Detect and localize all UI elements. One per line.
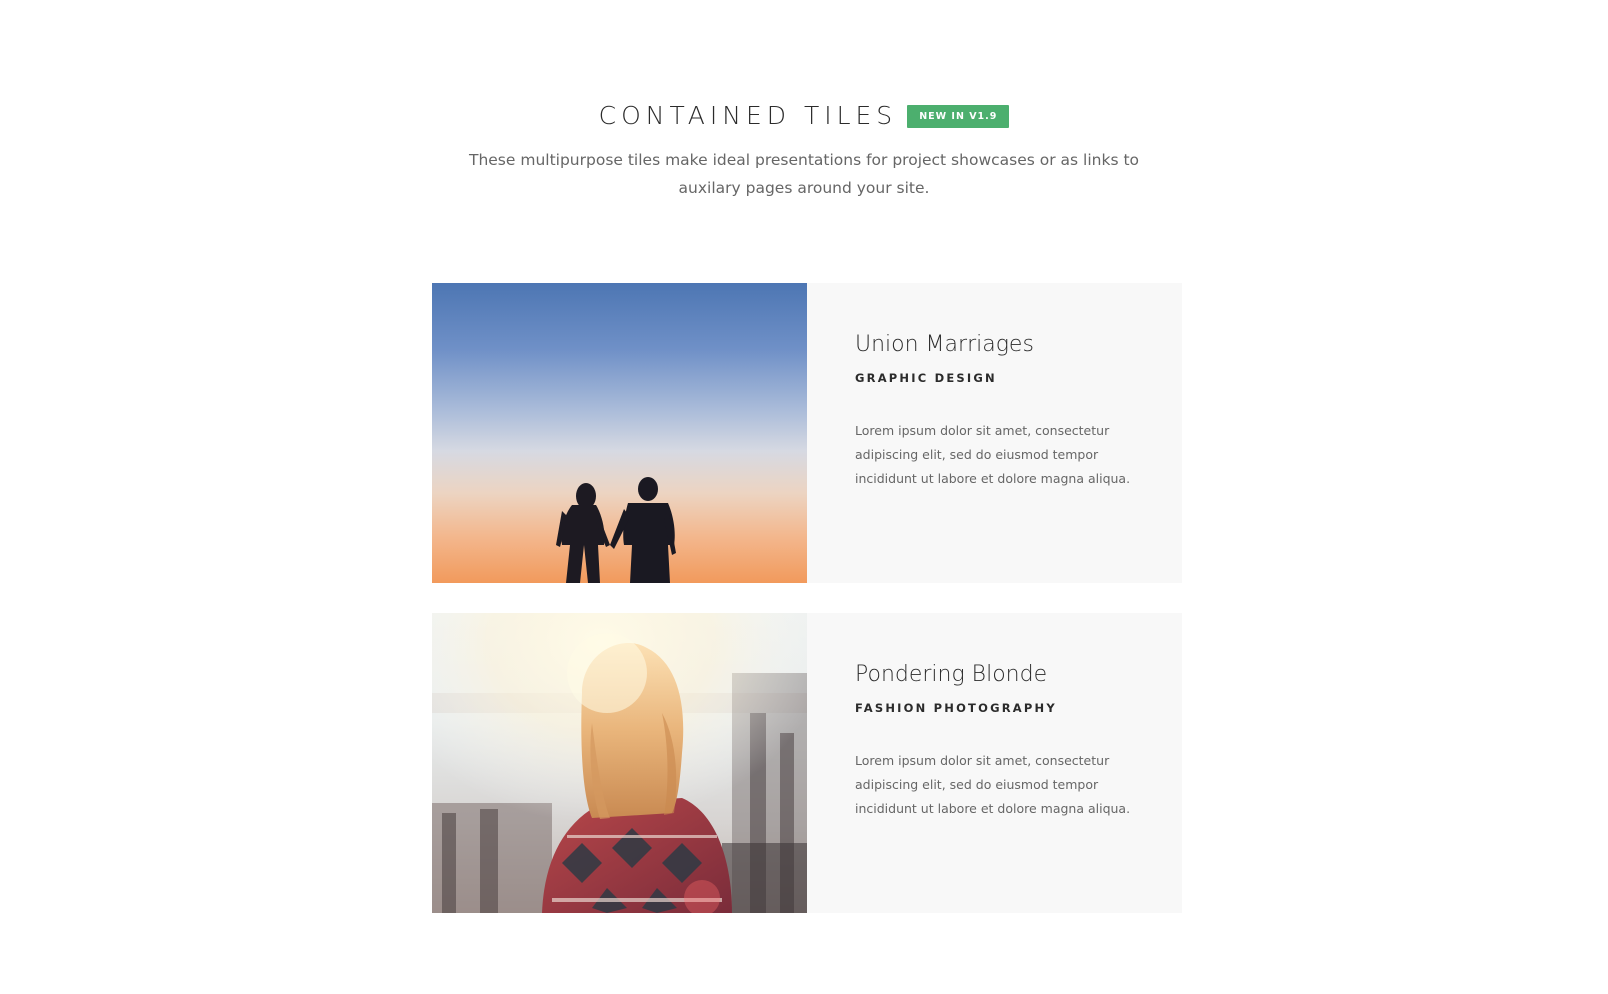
tile-category: FASHION PHOTOGRAPHY [855, 701, 1057, 715]
couple-silhouette [556, 477, 676, 583]
couple-sunset-photo[interactable] [432, 283, 807, 583]
section-title: CONTAINED TILES [598, 101, 898, 130]
tile-pondering-blonde[interactable]: Pondering Blonde FASHION PHOTOGRAPHY Lor… [432, 613, 1182, 913]
tile-body: Union Marriages GRAPHIC DESIGN Lorem ips… [807, 283, 1182, 583]
tile-category: GRAPHIC DESIGN [855, 371, 997, 385]
tile-body: Pondering Blonde FASHION PHOTOGRAPHY Lor… [807, 613, 1182, 913]
tile-description: Lorem ipsum dolor sit amet, consectetur … [855, 753, 1131, 816]
tile-description: Lorem ipsum dolor sit amet, consectetur … [855, 423, 1131, 486]
section-header: CONTAINED TILES NEW IN V1.9 These multip… [0, 96, 1608, 202]
tile-title[interactable]: Pondering Blonde [855, 659, 1134, 691]
new-version-badge: NEW IN V1.9 [907, 104, 1010, 128]
blonde-woman-scene [432, 613, 807, 913]
tile-union-marriages[interactable]: Union Marriages GRAPHIC DESIGN Lorem ips… [432, 283, 1182, 583]
blonde-woman-photo[interactable] [432, 613, 807, 913]
tiles-list: Union Marriages GRAPHIC DESIGN Lorem ips… [432, 283, 1182, 943]
tile-title[interactable]: Union Marriages [855, 329, 1134, 361]
title-row: CONTAINED TILES NEW IN V1.9 [599, 96, 1010, 136]
section-lead: These multipurpose tiles make ideal pres… [468, 151, 1140, 197]
